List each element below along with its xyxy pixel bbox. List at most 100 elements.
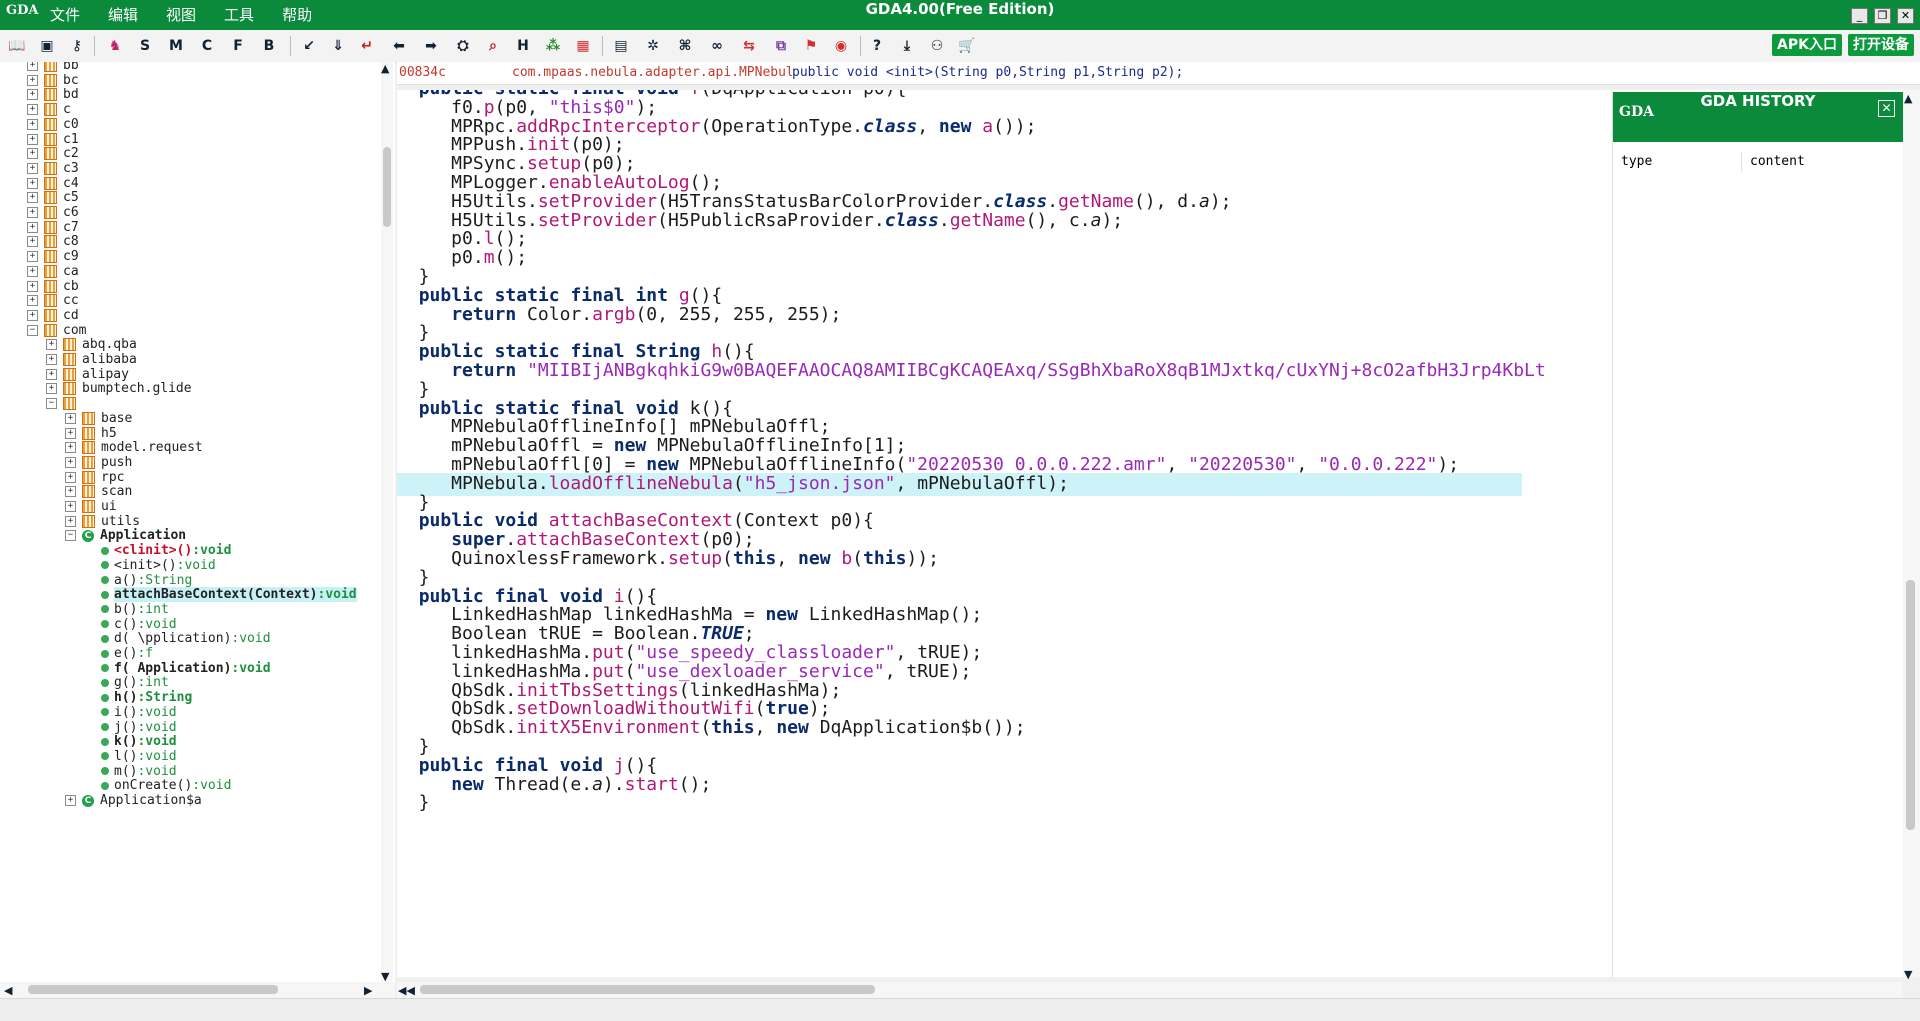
tree-scroll-thumb[interactable] [383,147,391,227]
expand-icon[interactable]: + [46,354,57,365]
expand-icon[interactable]: + [46,383,57,395]
expand-icon[interactable]: + [65,501,76,512]
link-icon[interactable]: ∞ [706,36,728,56]
return-icon[interactable]: ↵ [356,36,378,56]
open-device-button[interactable]: 打开设备 [1848,34,1914,56]
help-icon[interactable]: ? [866,36,888,56]
expand-icon[interactable]: + [27,118,38,130]
menu-view[interactable]: 视图 [166,0,196,30]
tree-item-label: c [63,102,71,118]
tree-icon[interactable]: ⁂ [542,36,564,56]
menu-edit[interactable]: 编辑 [108,0,138,30]
expand-icon[interactable]: + [65,412,76,424]
download-arrow-icon[interactable]: ⇓ [327,36,349,56]
editor-hscroll-thumb[interactable] [420,985,875,994]
menu-tools[interactable]: 工具 [224,0,254,30]
expand-icon[interactable]: + [27,104,38,116]
user-icon[interactable]: ♞ [104,36,126,56]
save-icon[interactable]: ▣ [36,36,58,56]
expand-icon[interactable]: + [27,236,38,248]
expand-icon[interactable]: + [65,515,76,527]
tool-h-button[interactable]: H [512,36,534,56]
editor-vertical-scrollbar[interactable] [1902,90,1920,977]
expand-icon[interactable]: + [27,207,38,218]
tree-scroll-left-icon[interactable]: ◀ [4,984,12,997]
expand-icon[interactable]: + [46,368,57,380]
tool-c-button[interactable]: C [196,36,218,56]
target-icon[interactable]: ◉ [830,36,852,56]
expand-icon[interactable]: + [27,295,38,307]
report-icon[interactable]: ▤ [610,36,632,56]
expand-icon[interactable]: + [65,456,76,468]
export-icon[interactable]: ⤓ [896,36,918,56]
expand-icon[interactable]: + [65,442,76,454]
expand-icon[interactable]: + [65,795,76,806]
swap-icon[interactable]: ⇆ [738,36,760,56]
tree-class-item[interactable]: + C Application$a [65,793,202,811]
menu-help[interactable]: 帮助 [282,0,312,30]
expand-icon[interactable]: + [27,192,38,204]
code-line[interactable]: QbSdk.initX5Environment(this, new DqAppl… [397,717,1025,740]
collapse-icon[interactable]: − [27,324,38,336]
expand-icon[interactable]: + [27,133,38,145]
cart-icon[interactable]: 🛒 [956,36,978,56]
collapse-icon[interactable]: − [46,398,57,410]
expand-icon[interactable]: + [27,251,38,263]
expand-icon[interactable]: + [65,427,76,439]
editor-scroll-thumb[interactable] [1906,580,1915,830]
package-icon [44,220,57,234]
expand-icon[interactable]: + [27,74,38,86]
tool-b-button[interactable]: B [258,36,280,56]
pin-icon[interactable]: ⚑ [800,36,822,56]
editor-scroll-down-icon[interactable]: ▼ [1904,968,1912,981]
code-line[interactable]: return Color.argb(0, 255, 255, 255); [397,304,841,327]
expand-icon[interactable]: + [27,148,38,160]
code-line[interactable]: new Thread(e.a).start(); [397,774,711,797]
expand-icon[interactable]: + [27,62,38,71]
menu-file[interactable]: 文件 [50,0,80,30]
tree-scroll-up-icon[interactable]: ▲ [381,62,389,75]
apk-entry-button[interactable]: APK入口 [1772,34,1842,56]
key-icon[interactable]: ⚷ [66,36,88,56]
tool-m-button[interactable]: M [165,36,187,56]
expand-icon[interactable]: + [27,221,38,233]
android-icon[interactable]: ⛭ [452,36,474,56]
grid-icon[interactable]: ▦ [572,36,594,56]
expand-icon[interactable]: + [27,162,38,174]
expand-icon[interactable]: + [27,89,38,101]
tool-s-button[interactable]: S [134,36,156,56]
expand-icon[interactable]: + [27,265,38,277]
collapse-icon[interactable]: − [65,530,76,542]
goto-icon[interactable]: ↙ [298,36,320,56]
tool-f-button[interactable]: F [227,36,249,56]
expand-icon[interactable]: + [46,339,57,351]
close-button[interactable]: ✕ [1897,8,1914,24]
forward-arrow-icon[interactable]: ➡ [420,36,442,56]
expand-icon[interactable]: + [27,280,38,292]
code-line[interactable]: QuinoxlessFramework.setup(this, new b(th… [397,548,939,571]
expand-icon[interactable]: + [27,309,38,321]
tree-item-label: scan [101,484,133,500]
back-arrow-icon[interactable]: ⬅ [388,36,410,56]
code-line[interactable]: } [397,792,430,815]
tree-scroll-right-icon[interactable]: ▶ [364,984,372,997]
restore-button[interactable]: ❐ [1874,8,1891,24]
expand-icon[interactable]: + [27,177,38,189]
command-icon[interactable]: ⌘ [674,36,696,56]
expand-icon[interactable]: + [65,486,76,498]
code-line[interactable]: MPNebula.loadOfflineNebula("h5_json.json… [397,472,1522,496]
editor-scroll-up-icon[interactable]: ▲ [1904,92,1912,105]
open-book-icon[interactable]: 📖 [6,36,28,56]
tree-item-return-type: :void [137,704,177,720]
chain-icon[interactable]: ⧉ [770,36,792,56]
class-tree[interactable]: + bb + bc + bd + c + c0 + c1 + c2 + c3 + c4 + c5 + c6 + c7 + c8 + c… [0,62,395,982]
code-line[interactable]: return "MIIBIjANBgkqhkiG9w0BAQEFAAOCAQ8A… [397,360,1546,383]
history-close-icon[interactable]: ✕ [1878,100,1895,117]
users-icon[interactable]: ⚇ [926,36,948,56]
minimize-button[interactable]: _ [1851,8,1868,24]
search-doc-icon[interactable]: ⌕ [482,36,504,56]
editor-scroll-left-icon[interactable]: ◀◀ [398,984,415,997]
bug-icon[interactable]: ✲ [642,36,664,56]
expand-icon[interactable]: + [65,471,76,483]
tree-hscroll-thumb[interactable] [28,985,278,994]
